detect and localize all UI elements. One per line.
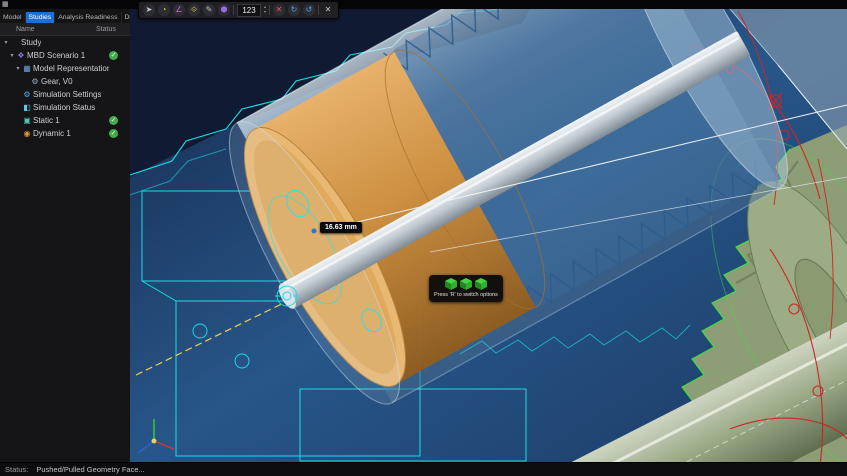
static-study-icon: ▣ <box>22 116 32 125</box>
tree-item-label: Simulation Status <box>32 103 95 112</box>
option-hint-tooltip: Press 'R' to switch options <box>429 275 503 302</box>
component-icon[interactable]: ⬢ <box>218 4 230 16</box>
select-icon[interactable]: ➤ <box>143 4 155 16</box>
status-check-icon: ✓ <box>109 51 118 60</box>
dynamic-study-icon: ◉ <box>22 129 32 138</box>
value-input[interactable]: 123 <box>237 4 261 17</box>
gear-icon: ⚙ <box>30 77 40 86</box>
tab-model[interactable]: Model <box>0 12 26 23</box>
cube-option-icon[interactable] <box>475 278 487 290</box>
status-check-icon <box>109 77 118 86</box>
spin-icon[interactable]: ↺ <box>303 4 315 16</box>
annotate-icon[interactable]: ✎ <box>203 4 215 16</box>
status-label: Status: <box>5 465 28 474</box>
panel-tab-bar: Model Studies Analysis Readiness Display <box>0 9 130 24</box>
expand-arrow-icon[interactable]: ▾ <box>8 52 16 59</box>
window-title-strip: ▦ <box>0 0 847 9</box>
status-check-icon: ✓ <box>109 129 118 138</box>
dimension-label[interactable]: 16.63 mm <box>320 222 362 233</box>
status-bar: Status: Pushed/Pulled Geometry Face... <box>0 462 847 476</box>
floating-toolbar: ➤ ◔ ∠ ⟐ ✎ ⬢ 123 ▴ ▾ ✕ ↻ ↺ ✕ <box>138 1 339 19</box>
toolbar-separator <box>233 5 234 15</box>
cube-option-icon[interactable] <box>460 278 472 290</box>
settings-gear-icon: ⚙ <box>22 90 32 99</box>
status-check-icon: ✓ <box>109 116 118 125</box>
tree-header-name: Name <box>0 26 96 33</box>
tree-row-simulation-settings[interactable]: ⚙ Simulation Settings <box>0 88 130 101</box>
tree-header-status: Status <box>96 26 130 33</box>
cube-option-icon[interactable] <box>445 278 457 290</box>
option-cubes <box>434 278 498 290</box>
tree-item-icon: ▦ <box>22 64 32 73</box>
tree-item-label: Study <box>20 38 41 47</box>
delete-icon[interactable]: ✕ <box>273 4 285 16</box>
dimension-icon[interactable]: ⟐ <box>188 4 200 16</box>
value-spinner[interactable]: ▴ ▾ <box>264 5 266 15</box>
3d-viewport-canvas[interactable] <box>130 9 847 463</box>
hint-text: Press 'R' to switch options <box>434 292 498 298</box>
measure-icon[interactable]: ◔ <box>158 4 170 16</box>
toolbar-separator <box>318 5 319 15</box>
study-tree-panel: Name Status ▾ Study ▾ ❖ MBD Scenario 1 ✓… <box>0 23 131 463</box>
app-window-icon[interactable]: ▦ <box>2 0 9 9</box>
tree-item-label: MBD Scenario 1 <box>26 51 85 60</box>
tree-row-study[interactable]: ▾ Study <box>0 36 130 49</box>
tree-row-mbd-scenario[interactable]: ▾ ❖ MBD Scenario 1 ✓ <box>0 49 130 62</box>
expand-arrow-icon[interactable]: ▾ <box>14 65 22 72</box>
tree-header: Name Status <box>0 23 130 36</box>
orbit-icon[interactable]: ↻ <box>288 4 300 16</box>
tree-item-label: Gear, V0 <box>40 77 73 86</box>
tree-row-model-representation[interactable]: ▾ ▦ Model Representation (My Mod <box>0 62 130 75</box>
tree-item-label: Dynamic 1 <box>32 129 71 138</box>
status-value: Pushed/Pulled Geometry Face... <box>36 465 144 474</box>
status-check-icon <box>109 64 118 73</box>
status-check-icon <box>109 38 118 47</box>
status-check-icon <box>109 103 118 112</box>
tree-item-label: Model Representation (My Mod <box>32 64 109 73</box>
tree-item-icon: ❖ <box>16 51 26 60</box>
3d-viewport[interactable]: 16.63 mm Press 'R' to switch options <box>130 9 847 463</box>
tree-row-static-1[interactable]: ▣ Static 1 ✓ <box>0 114 130 127</box>
tree-row-gear-v0[interactable]: ⚙ Gear, V0 <box>0 75 130 88</box>
spinner-down-icon[interactable]: ▾ <box>264 10 266 15</box>
toolbar-separator <box>269 5 270 15</box>
tree-row-simulation-status[interactable]: ◧ Simulation Status <box>0 101 130 114</box>
tree-item-label: Static 1 <box>32 116 60 125</box>
expand-arrow-icon[interactable]: ▾ <box>2 39 10 46</box>
angle-icon[interactable]: ∠ <box>173 4 185 16</box>
tab-studies[interactable]: Studies <box>26 12 56 23</box>
status-panel-icon: ◧ <box>22 103 32 112</box>
tab-analysis-readiness[interactable]: Analysis Readiness <box>55 12 121 23</box>
status-check-icon <box>109 90 118 99</box>
tree-row-dynamic-1[interactable]: ◉ Dynamic 1 ✓ <box>0 127 130 140</box>
tree-item-label: Simulation Settings <box>32 90 101 99</box>
close-toolbar-icon[interactable]: ✕ <box>322 4 334 16</box>
